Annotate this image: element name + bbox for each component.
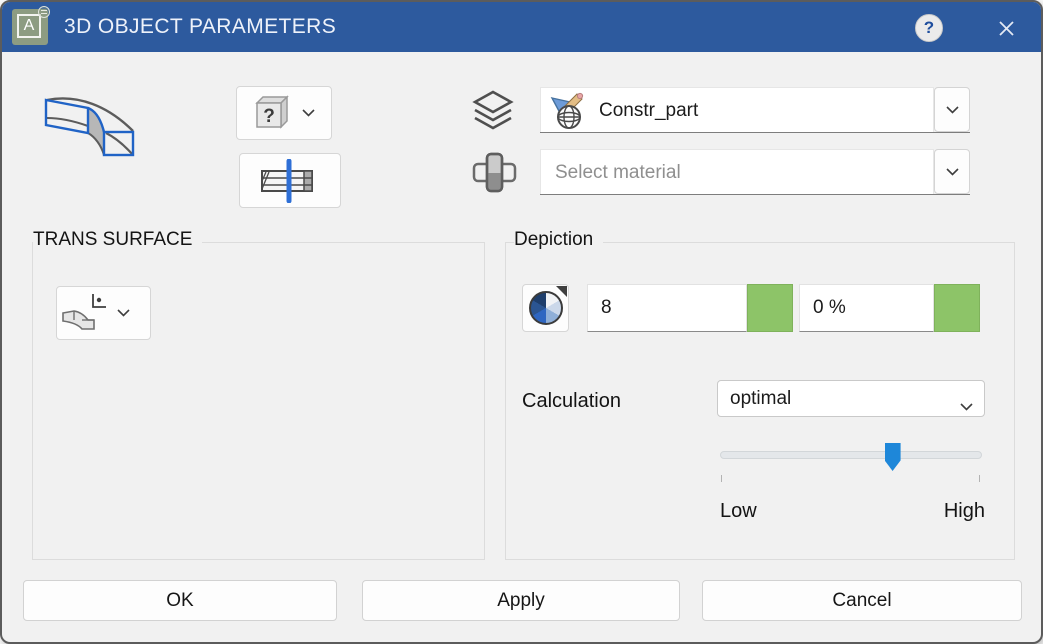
slider-tick-low (721, 475, 722, 482)
chevron-down-icon (945, 167, 959, 176)
trans-surface-type-icon (57, 291, 109, 335)
chevron-down-icon (960, 402, 973, 411)
app-icon-letter: A (17, 14, 41, 38)
close-icon (998, 20, 1014, 36)
ok-button[interactable]: OK (23, 580, 337, 621)
pen-color-swatch[interactable] (747, 284, 793, 332)
quality-slider[interactable] (720, 443, 982, 471)
chevron-down-icon (117, 309, 130, 317)
depiction-group-label: Depiction (514, 229, 604, 251)
layer-globe-pencil-icon (550, 92, 584, 129)
layer-combo-underline (540, 132, 970, 133)
fill-color-swatch[interactable] (934, 284, 980, 332)
cancel-button[interactable]: Cancel (702, 580, 1022, 621)
dialog-window: A 3D OBJECT PARAMETERS ? ? Constr_part S… (0, 0, 1043, 644)
trans-surface-type-dropdown[interactable] (56, 286, 151, 340)
material-combo-field[interactable]: Select material (540, 149, 934, 195)
calculation-select-value: optimal (730, 387, 792, 409)
window-title: 3D OBJECT PARAMETERS (64, 15, 337, 38)
question-cube-icon: ? (255, 95, 289, 129)
transparency-input[interactable] (799, 284, 934, 332)
pen-number-input[interactable] (587, 284, 747, 332)
object-3d-preview (44, 97, 135, 157)
section-plane-icon (261, 158, 313, 203)
chevron-down-icon (945, 105, 959, 114)
material-combo-underline (540, 194, 970, 195)
svg-text:?: ? (263, 106, 275, 127)
flyout-corner-icon (556, 286, 567, 297)
help-icon: ? (923, 18, 935, 37)
material-icon (472, 152, 517, 193)
slider-high-label: High (943, 500, 985, 522)
close-button[interactable] (988, 15, 1024, 41)
slider-tick-high (979, 475, 980, 482)
material-combo[interactable]: Select material (540, 149, 970, 195)
layer-combo-dropdown-button[interactable] (934, 87, 970, 132)
layer-combo[interactable]: Constr_part (540, 87, 970, 133)
chevron-down-icon (302, 109, 315, 117)
calculation-select[interactable]: optimal (717, 380, 985, 417)
trans-surface-group-label: TRANS SURFACE (33, 229, 203, 251)
section-plane-button[interactable] (239, 153, 341, 208)
app-icon: A (12, 6, 50, 45)
material-combo-dropdown-button[interactable] (934, 149, 970, 194)
cross-section-type-dropdown[interactable]: ? (236, 86, 332, 140)
material-combo-placeholder: Select material (555, 161, 681, 183)
trans-surface-group: TRANS SURFACE (32, 229, 485, 560)
layer-combo-field[interactable]: Constr_part (540, 87, 934, 133)
layer-combo-value: Constr_part (599, 99, 699, 121)
calculation-label: Calculation (522, 390, 621, 412)
layers-icon (472, 90, 514, 130)
slider-low-label: Low (720, 500, 757, 522)
apply-button[interactable]: Apply (362, 580, 680, 621)
help-button[interactable]: ? (915, 14, 943, 42)
app-badge-icon (38, 6, 50, 18)
titlebar: A 3D OBJECT PARAMETERS ? (2, 2, 1041, 52)
pen-set-button[interactable] (522, 284, 569, 332)
